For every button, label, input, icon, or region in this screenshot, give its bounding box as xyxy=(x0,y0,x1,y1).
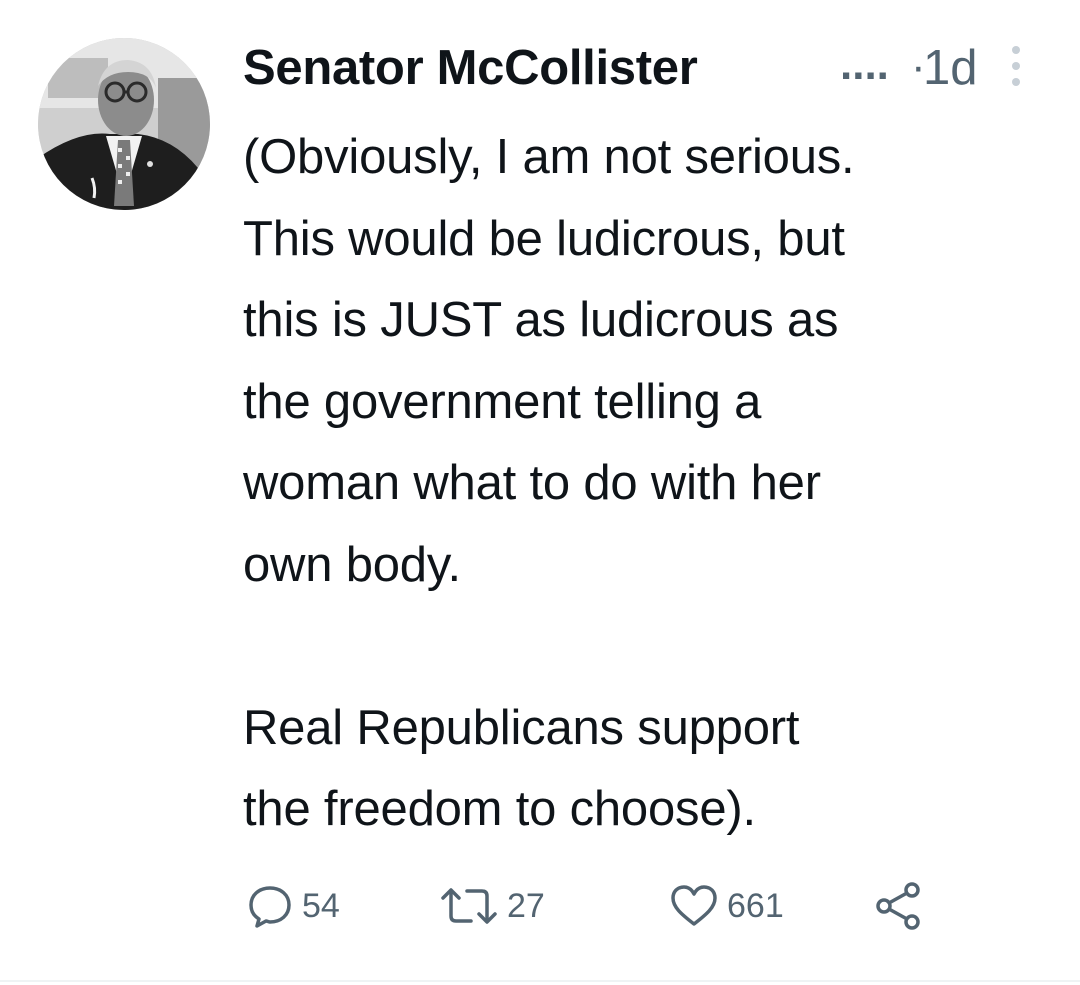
vertical-ellipsis-icon xyxy=(1012,46,1020,86)
divider xyxy=(0,980,1080,982)
share-icon xyxy=(876,882,920,930)
reply-count: 54 xyxy=(302,886,340,925)
tweet-actions: 54 27 661 xyxy=(246,878,986,934)
person-portrait-icon xyxy=(38,38,210,210)
tweet-text: (Obviously, I am not serious. This would… xyxy=(243,130,855,836)
retweet-button[interactable]: 27 xyxy=(439,878,545,934)
tweet-header: Senator McCollister .... · 1d xyxy=(243,38,1043,102)
avatar[interactable] xyxy=(38,38,210,210)
like-count: 661 xyxy=(727,886,784,925)
name-truncation: .... xyxy=(840,40,889,89)
speech-bubble-icon xyxy=(249,886,291,928)
more-options-button[interactable] xyxy=(996,42,1036,90)
author-display-name[interactable]: Senator McCollister xyxy=(243,40,698,96)
retweet-count: 27 xyxy=(507,886,545,925)
retweet-arrows-icon xyxy=(441,888,497,924)
reply-button[interactable]: 54 xyxy=(246,878,340,934)
like-button[interactable]: 661 xyxy=(669,878,784,934)
heart-icon xyxy=(671,885,717,926)
tweet[interactable]: Senator McCollister .... · 1d (Obviously… xyxy=(0,0,1080,985)
share-button[interactable] xyxy=(873,878,925,934)
timestamp[interactable]: 1d xyxy=(923,40,978,96)
